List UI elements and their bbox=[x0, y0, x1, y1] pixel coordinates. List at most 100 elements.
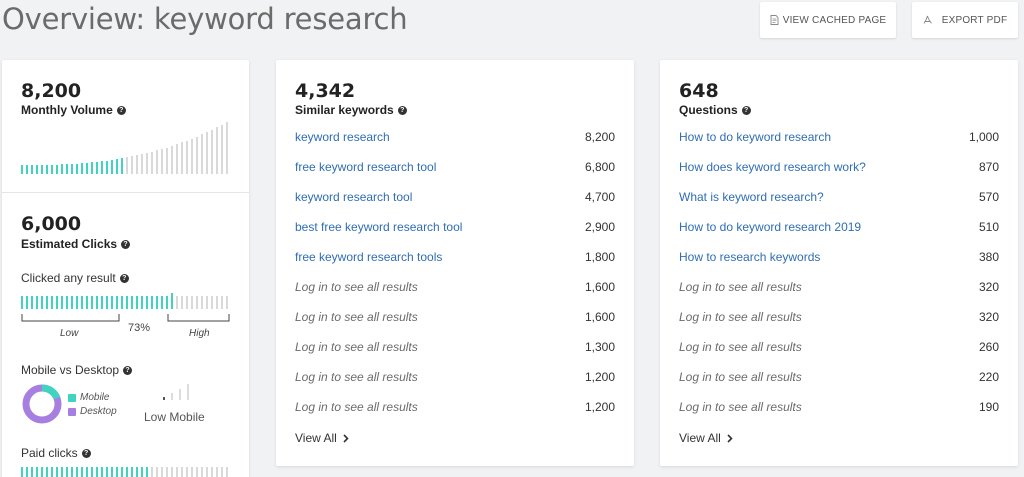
meter-bar bbox=[46, 467, 48, 477]
low-high-bracket bbox=[21, 314, 230, 322]
login-prompt-link[interactable]: Log in to see all results bbox=[679, 310, 802, 324]
meter-bar bbox=[76, 467, 78, 477]
meter-bar bbox=[131, 296, 133, 309]
chevron-right-icon bbox=[727, 433, 733, 443]
keyword-volume: 260 bbox=[978, 340, 999, 354]
questions-view-all[interactable]: View All bbox=[679, 431, 733, 445]
list-item[interactable]: Log in to see all results 1,600 bbox=[295, 279, 615, 295]
list-item[interactable]: Log in to see all results 1,300 bbox=[295, 339, 615, 355]
list-item[interactable]: Log in to see all results 1,200 bbox=[295, 369, 615, 385]
question-mark-icon[interactable]: ? bbox=[397, 105, 407, 115]
list-item[interactable]: How does keyword research work? 870 bbox=[679, 159, 999, 175]
login-prompt-link[interactable]: Log in to see all results bbox=[679, 400, 802, 414]
keyword-volume: 320 bbox=[978, 310, 999, 324]
meter-bar bbox=[146, 467, 148, 477]
paid-clicks-text: Paid clicks bbox=[21, 446, 78, 460]
list-item[interactable]: Log in to see all results 260 bbox=[679, 339, 999, 355]
list-item[interactable]: How to research keywords 380 bbox=[679, 249, 999, 265]
list-item[interactable]: keyword research 8,200 bbox=[295, 129, 615, 145]
keyword-volume: 8,200 bbox=[584, 130, 615, 144]
meter-bar bbox=[46, 165, 48, 174]
similar-keywords-view-all[interactable]: View All bbox=[295, 431, 349, 445]
document-icon bbox=[770, 15, 779, 25]
meter-bar bbox=[136, 467, 138, 477]
view-cached-page-label: VIEW CACHED PAGE bbox=[782, 14, 887, 26]
list-item[interactable]: Log in to see all results 320 bbox=[679, 279, 999, 295]
meter-bar bbox=[66, 296, 68, 309]
login-prompt-link[interactable]: Log in to see all results bbox=[295, 400, 418, 414]
legend-desktop: Desktop bbox=[68, 406, 117, 417]
meter-bar bbox=[66, 164, 68, 174]
meter-bar bbox=[21, 165, 23, 174]
meter-bar bbox=[86, 296, 88, 309]
question-mark-icon[interactable]: ? bbox=[119, 273, 129, 283]
meter-bar bbox=[176, 144, 178, 174]
keyword-link[interactable]: How to do keyword research bbox=[679, 130, 831, 144]
list-item[interactable]: free keyword research tool 6,800 bbox=[295, 159, 615, 175]
view-all-text: View All bbox=[679, 431, 721, 445]
login-prompt-link[interactable]: Log in to see all results bbox=[295, 340, 418, 354]
meter-bar bbox=[156, 150, 158, 174]
signal-strength-icon bbox=[163, 384, 189, 400]
list-item[interactable]: Log in to see all results 190 bbox=[679, 399, 999, 415]
keyword-link[interactable]: How to do keyword research 2019 bbox=[679, 220, 861, 234]
question-mark-icon[interactable]: ? bbox=[123, 365, 133, 375]
list-item[interactable]: What is keyword research? 570 bbox=[679, 189, 999, 205]
meter-bar bbox=[131, 467, 133, 477]
meter-bar bbox=[216, 127, 218, 174]
keyword-link[interactable]: keyword research tool bbox=[295, 190, 412, 204]
meter-bar bbox=[181, 296, 183, 309]
list-item[interactable]: best free keyword research tool 2,900 bbox=[295, 219, 615, 235]
keyword-link[interactable]: What is keyword research? bbox=[679, 190, 824, 204]
question-mark-icon[interactable]: ? bbox=[741, 105, 751, 115]
login-prompt-link[interactable]: Log in to see all results bbox=[295, 280, 418, 294]
meter-bar bbox=[141, 154, 143, 174]
keyword-volume: 4,700 bbox=[584, 190, 615, 204]
login-prompt-link[interactable]: Log in to see all results bbox=[679, 280, 802, 294]
meter-bar bbox=[36, 296, 38, 309]
question-mark-icon[interactable]: ? bbox=[81, 448, 91, 458]
clicked-any-result-meter bbox=[21, 293, 228, 309]
list-item[interactable]: How to do keyword research 1,000 bbox=[679, 129, 999, 145]
login-prompt-link[interactable]: Log in to see all results bbox=[679, 370, 802, 384]
meter-bar bbox=[111, 160, 113, 174]
meter-bar bbox=[161, 149, 163, 174]
list-item[interactable]: How to do keyword research 2019 510 bbox=[679, 219, 999, 235]
view-all-text: View All bbox=[295, 431, 337, 445]
list-item[interactable]: Log in to see all results 320 bbox=[679, 309, 999, 325]
meter-bar bbox=[81, 163, 83, 174]
meter-bar bbox=[31, 296, 33, 309]
export-pdf-button[interactable]: EXPORT PDF bbox=[912, 2, 1018, 38]
login-prompt-link[interactable]: Log in to see all results bbox=[295, 370, 418, 384]
list-item[interactable]: free keyword research tools 1,800 bbox=[295, 249, 615, 265]
meter-bar bbox=[61, 467, 63, 477]
list-item[interactable]: Log in to see all results 1,200 bbox=[295, 399, 615, 415]
meter-bar bbox=[226, 122, 228, 174]
view-cached-page-button[interactable]: VIEW CACHED PAGE bbox=[760, 2, 896, 38]
meter-bar bbox=[136, 155, 138, 174]
meter-bar bbox=[56, 296, 58, 309]
keyword-link[interactable]: How does keyword research work? bbox=[679, 160, 866, 174]
meter-bar bbox=[81, 296, 83, 309]
keyword-link[interactable]: free keyword research tool bbox=[295, 160, 436, 174]
question-mark-icon[interactable]: ? bbox=[116, 105, 126, 115]
login-prompt-link[interactable]: Log in to see all results bbox=[295, 310, 418, 324]
meter-bar bbox=[131, 156, 133, 174]
keyword-link[interactable]: free keyword research tools bbox=[295, 250, 442, 264]
list-item[interactable]: Log in to see all results 1,600 bbox=[295, 309, 615, 325]
device-legend: Mobile Desktop bbox=[68, 392, 117, 417]
meter-bar bbox=[181, 142, 183, 174]
meter-bar bbox=[211, 467, 213, 477]
list-item[interactable]: Log in to see all results 220 bbox=[679, 369, 999, 385]
list-item[interactable]: keyword research tool 4,700 bbox=[295, 189, 615, 205]
meter-bar bbox=[96, 467, 98, 477]
meter-bar bbox=[206, 467, 208, 477]
question-mark-icon[interactable]: ? bbox=[121, 239, 131, 249]
keyword-link[interactable]: How to research keywords bbox=[679, 250, 820, 264]
keyword-link[interactable]: best free keyword research tool bbox=[295, 220, 462, 234]
keyword-volume: 1,200 bbox=[584, 400, 615, 414]
similar-keywords-label: Similar keywords ? bbox=[295, 103, 407, 117]
login-prompt-link[interactable]: Log in to see all results bbox=[679, 340, 802, 354]
keyword-link[interactable]: keyword research bbox=[295, 130, 390, 144]
keyword-volume: 320 bbox=[978, 280, 999, 294]
